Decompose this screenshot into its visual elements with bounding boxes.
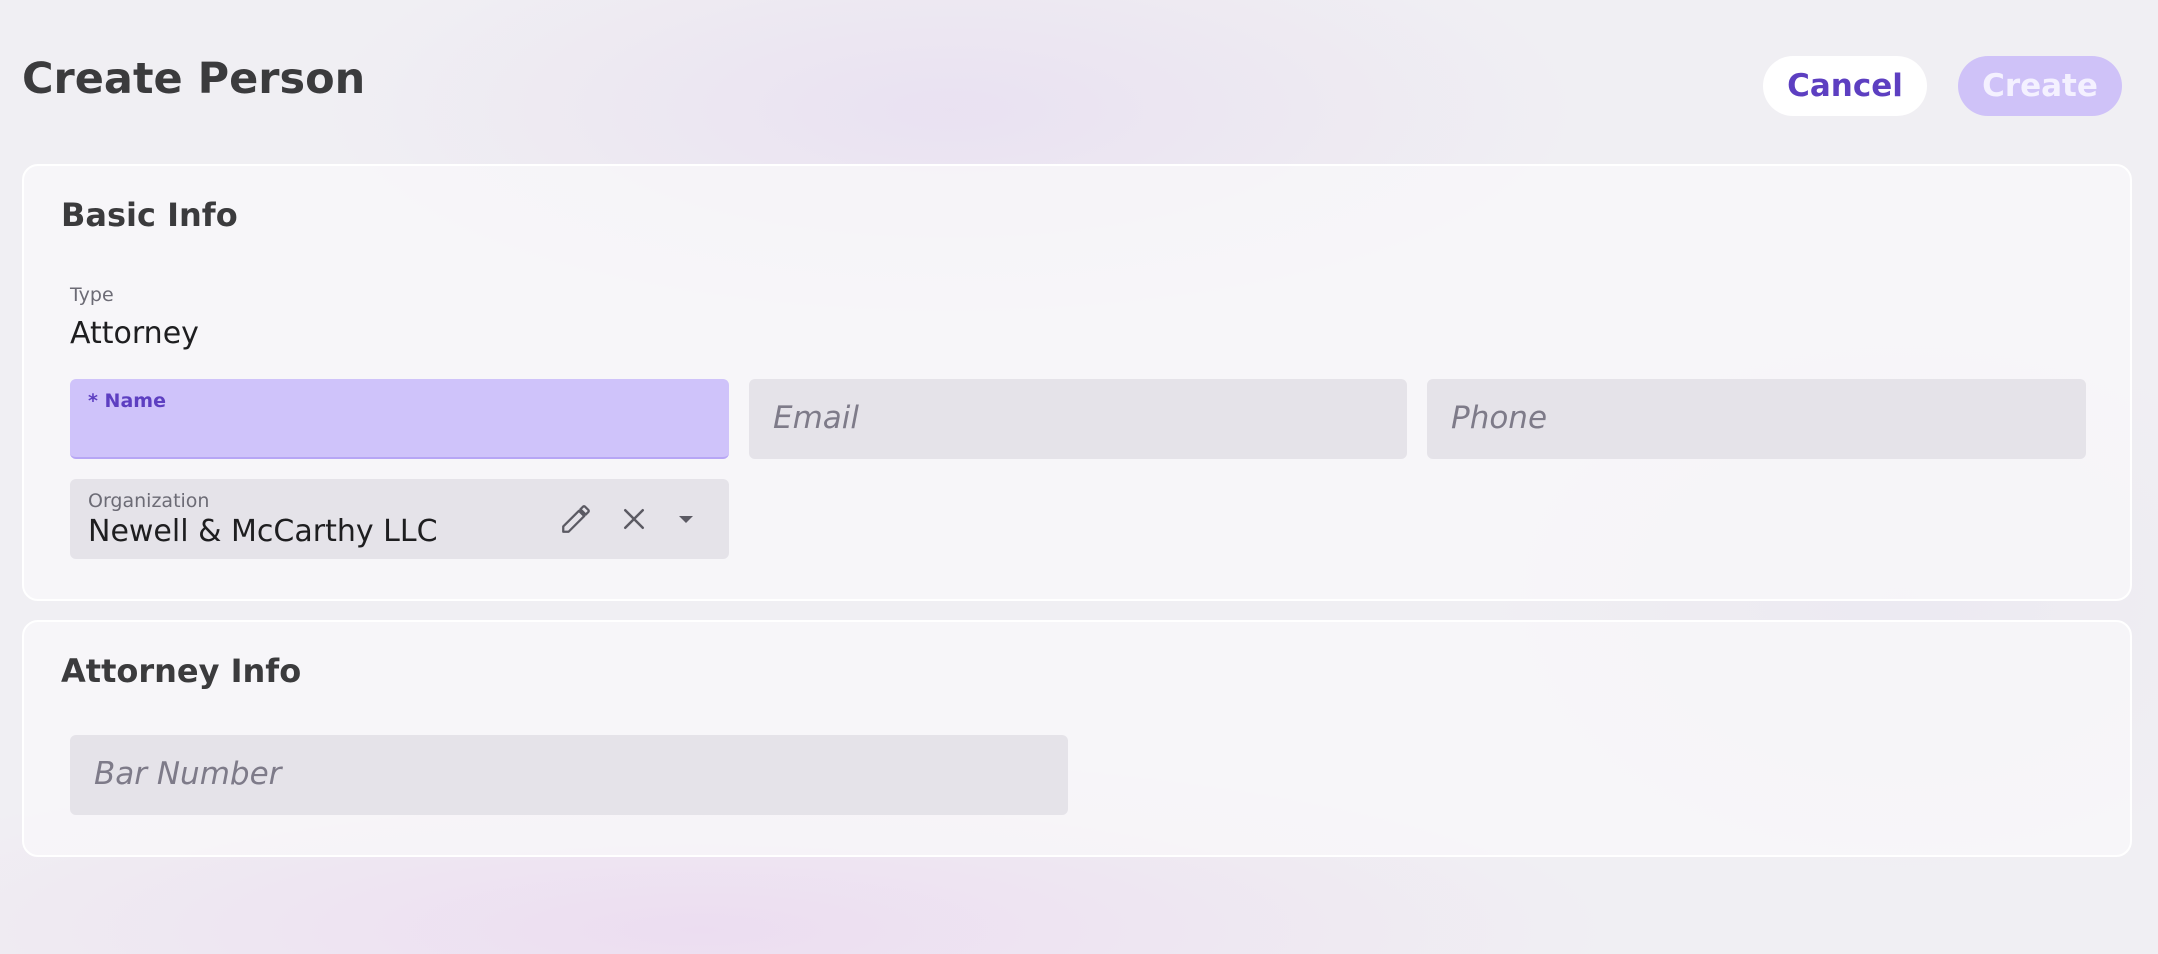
pencil-icon[interactable] (556, 499, 596, 539)
attorney-info-title: Attorney Info (61, 652, 302, 690)
email-placeholder: Email (773, 400, 860, 436)
cancel-button[interactable]: Cancel (1763, 56, 1927, 116)
type-field: Type Attorney (70, 284, 199, 352)
phone-placeholder: Phone (1451, 400, 1548, 436)
page-title: Create Person (22, 54, 366, 104)
type-value: Attorney (70, 315, 199, 351)
organization-value: Newell & McCarthy LLC (88, 514, 438, 549)
create-button[interactable]: Create (1958, 56, 2122, 116)
basic-info-title: Basic Info (61, 196, 238, 234)
caret-down-icon[interactable] (666, 499, 706, 539)
type-label: Type (70, 284, 114, 306)
bar-number-placeholder: Bar Number (94, 756, 282, 792)
organization-select[interactable]: Organization Newell & McCarthy LLC (70, 479, 729, 559)
organization-label: Organization (88, 490, 210, 512)
name-label: * Name (88, 390, 166, 412)
name-field[interactable]: * Name (70, 379, 729, 459)
email-field[interactable]: Email (749, 379, 1407, 459)
bar-number-field[interactable]: Bar Number (70, 735, 1068, 815)
phone-field[interactable]: Phone (1427, 379, 2086, 459)
close-icon[interactable] (614, 499, 654, 539)
